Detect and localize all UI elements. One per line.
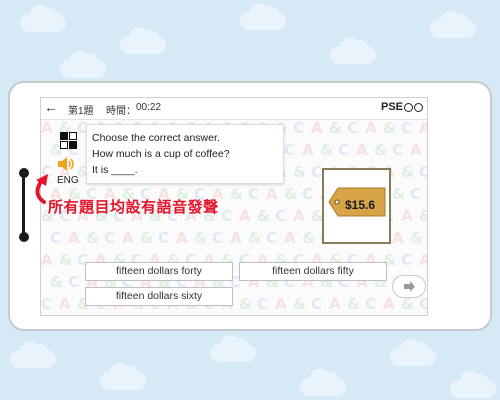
speaker-icon[interactable] xyxy=(57,156,77,172)
pattern-glyph: & xyxy=(302,229,316,247)
pattern-glyph: C xyxy=(293,119,305,137)
pattern-glyph: & xyxy=(383,119,397,137)
pattern-glyph: A xyxy=(230,229,242,247)
price-tag-card: $15.6 xyxy=(322,168,391,244)
pattern-glyph: A xyxy=(284,229,296,247)
pattern-glyph: A xyxy=(122,229,134,247)
pattern-glyph: C xyxy=(392,141,404,159)
pattern-glyph: & xyxy=(230,185,244,203)
pse-logo: PSE xyxy=(381,101,423,113)
answer-option[interactable]: fifteen dollars forty xyxy=(85,262,233,281)
pattern-glyph: & xyxy=(401,163,415,181)
pattern-glyph: C xyxy=(248,185,260,203)
top-bar: ← 第1題 時間： 00:22 PSE xyxy=(41,98,427,120)
pattern-glyph: & xyxy=(284,185,298,203)
pattern-glyph: A xyxy=(41,251,53,269)
pattern-glyph: & xyxy=(347,295,361,313)
pattern-glyph: C xyxy=(68,273,80,291)
pattern-glyph: & xyxy=(410,229,424,247)
pattern-glyph: C xyxy=(284,141,296,159)
pattern-glyph: C xyxy=(401,119,413,137)
pattern-glyph: C xyxy=(104,229,116,247)
pattern-glyph: & xyxy=(374,141,388,159)
back-arrow-icon[interactable]: ← xyxy=(44,99,58,115)
pattern-glyph: C xyxy=(347,119,359,137)
pattern-glyph: A xyxy=(275,295,287,313)
pattern-glyph: & xyxy=(140,229,154,247)
pattern-glyph: & xyxy=(293,295,307,313)
pattern-glyph: C xyxy=(257,295,269,313)
logo-text: PSE xyxy=(380,101,403,113)
pattern-glyph: & xyxy=(59,251,73,269)
pattern-glyph: A xyxy=(392,229,404,247)
pattern-glyph: A xyxy=(365,119,377,137)
language-label: ENG xyxy=(57,175,79,186)
next-button[interactable] xyxy=(392,275,426,298)
pattern-glyph: C xyxy=(302,185,314,203)
pattern-glyph: & xyxy=(86,229,100,247)
pattern-glyph: A xyxy=(293,207,305,225)
pattern-glyph: A xyxy=(419,119,427,137)
pattern-glyph: A xyxy=(356,141,368,159)
pattern-glyph: & xyxy=(50,273,64,291)
pattern-glyph: A xyxy=(410,141,422,159)
pattern-glyph: C xyxy=(365,295,377,313)
pattern-glyph: A xyxy=(59,295,71,313)
pattern-glyph: C xyxy=(311,295,323,313)
timer-value: 00:22 xyxy=(136,102,162,113)
pattern-glyph: A xyxy=(419,251,427,269)
logo-ring-icon xyxy=(414,102,423,112)
price-tag-label: $15.6 xyxy=(345,198,376,212)
pattern-glyph: C xyxy=(50,229,62,247)
pattern-glyph: C xyxy=(212,229,224,247)
pattern-glyph: A xyxy=(176,229,188,247)
pattern-glyph: C xyxy=(410,185,422,203)
pattern-glyph: A xyxy=(41,119,53,137)
pattern-glyph: A xyxy=(401,207,413,225)
pattern-glyph: & xyxy=(293,163,307,181)
pattern-glyph: C xyxy=(158,229,170,247)
pattern-glyph: A xyxy=(239,207,251,225)
pattern-glyph: & xyxy=(392,185,406,203)
pattern-glyph: A xyxy=(68,229,80,247)
pattern-glyph: A xyxy=(329,295,341,313)
answer-option[interactable]: fifteen dollars fifty xyxy=(239,262,387,281)
next-arrow-icon xyxy=(404,281,415,292)
pattern-glyph: C xyxy=(266,229,278,247)
question-number: 第1題 xyxy=(68,106,94,117)
pattern-glyph: C xyxy=(401,251,413,269)
pattern-glyph: C xyxy=(41,295,53,313)
pattern-glyph: & xyxy=(194,229,208,247)
pattern-glyph: C xyxy=(311,163,323,181)
pattern-glyph: A xyxy=(302,141,314,159)
pattern-glyph: & xyxy=(248,229,262,247)
question-stem: It is ____. xyxy=(92,164,138,176)
feature-callout: 所有題目均設有語音發聲 xyxy=(48,199,219,216)
question-box: Choose the correct answer. How much is a… xyxy=(86,124,284,184)
question-instruction: Choose the correct answer. xyxy=(92,132,220,144)
pattern-glyph: & xyxy=(239,295,253,313)
pattern-glyph: C xyxy=(338,141,350,159)
question-prompt: How much is a cup of coffee? xyxy=(92,148,230,160)
grid-icon[interactable] xyxy=(60,132,77,149)
pattern-glyph: & xyxy=(329,119,343,137)
answer-option[interactable]: fifteen dollars sixty xyxy=(85,287,233,306)
pattern-glyph: A xyxy=(266,185,278,203)
pattern-glyph: C xyxy=(275,207,287,225)
pattern-glyph: C xyxy=(221,207,233,225)
logo-ring-icon xyxy=(404,102,413,112)
timer-label: 時間： xyxy=(106,106,136,117)
pattern-glyph: & xyxy=(257,207,271,225)
pattern-glyph: & xyxy=(419,207,427,225)
pattern-glyph: C xyxy=(419,163,427,181)
pattern-glyph: & xyxy=(320,141,334,159)
pattern-glyph: A xyxy=(311,119,323,137)
